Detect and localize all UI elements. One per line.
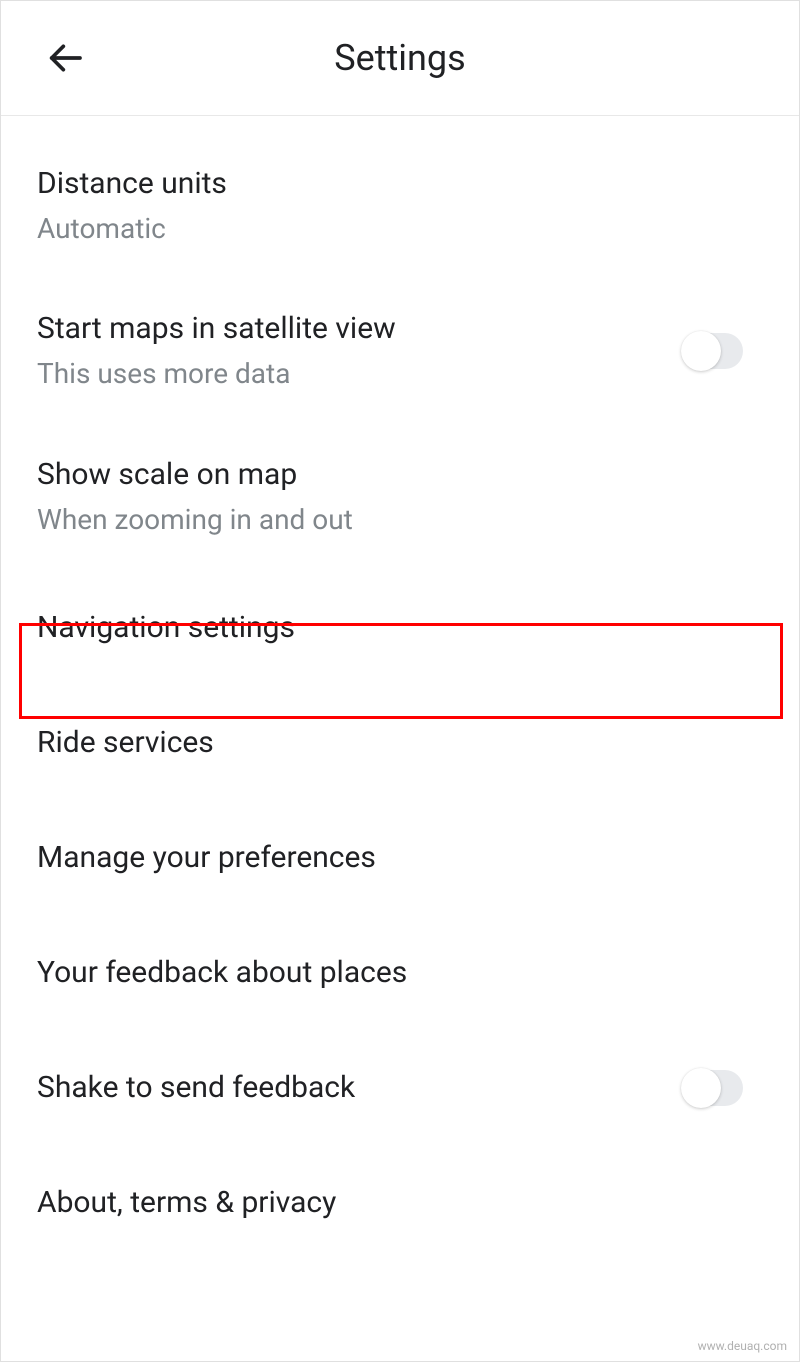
- setting-scale-on-map[interactable]: Show scale on map When zooming in and ou…: [1, 425, 799, 570]
- setting-text: Shake to send feedback: [37, 1068, 683, 1107]
- setting-shake-feedback[interactable]: Shake to send feedback: [1, 1030, 799, 1145]
- setting-text: Your feedback about places: [37, 953, 763, 992]
- setting-title: Shake to send feedback: [37, 1068, 683, 1107]
- setting-title: Your feedback about places: [37, 953, 763, 992]
- toggle-thumb: [681, 1068, 721, 1108]
- setting-feedback-places[interactable]: Your feedback about places: [1, 915, 799, 1030]
- arrow-left-icon: [45, 38, 85, 78]
- settings-list: Distance units Automatic Start maps in s…: [1, 116, 799, 1260]
- setting-title: Show scale on map: [37, 455, 763, 494]
- satellite-toggle[interactable]: [683, 333, 743, 369]
- setting-title: Manage your preferences: [37, 838, 763, 877]
- setting-text: Ride services: [37, 723, 763, 762]
- setting-about-terms[interactable]: About, terms & privacy: [1, 1145, 799, 1260]
- setting-title: About, terms & privacy: [37, 1183, 763, 1222]
- setting-subtitle: This uses more data: [37, 356, 683, 392]
- setting-subtitle: When zooming in and out: [37, 502, 763, 538]
- setting-navigation[interactable]: Navigation settings: [1, 570, 799, 685]
- setting-distance-units[interactable]: Distance units Automatic: [1, 116, 799, 279]
- setting-manage-preferences[interactable]: Manage your preferences: [1, 800, 799, 915]
- setting-text: Show scale on map When zooming in and ou…: [37, 455, 763, 538]
- setting-title: Start maps in satellite view: [37, 309, 683, 348]
- setting-title: Ride services: [37, 723, 763, 762]
- setting-text: Manage your preferences: [37, 838, 763, 877]
- setting-text: About, terms & privacy: [37, 1183, 763, 1222]
- setting-ride-services[interactable]: Ride services: [1, 685, 799, 800]
- setting-satellite-view[interactable]: Start maps in satellite view This uses m…: [1, 279, 799, 424]
- back-button[interactable]: [43, 36, 87, 80]
- setting-title: Distance units: [37, 164, 763, 203]
- toggle-thumb: [681, 331, 721, 371]
- setting-text: Distance units Automatic: [37, 164, 763, 247]
- watermark: www.deuaq.com: [698, 1339, 787, 1353]
- shake-feedback-toggle[interactable]: [683, 1070, 743, 1106]
- setting-text: Start maps in satellite view This uses m…: [37, 309, 683, 392]
- page-title: Settings: [334, 37, 465, 79]
- setting-subtitle: Automatic: [37, 211, 763, 247]
- header-bar: Settings: [1, 1, 799, 116]
- setting-title: Navigation settings: [37, 608, 763, 647]
- setting-text: Navigation settings: [37, 608, 763, 647]
